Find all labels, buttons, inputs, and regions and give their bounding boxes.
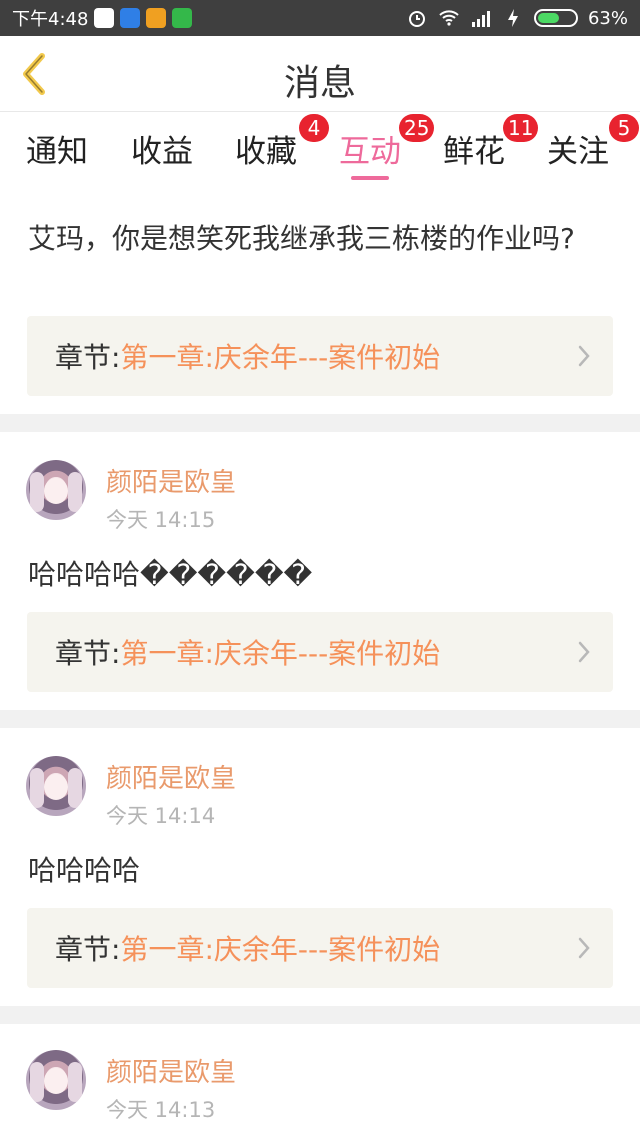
timestamp: 今天 14:13 <box>106 1098 216 1122</box>
status-bar: 下午4:48 63% <box>0 0 640 36</box>
tab-notifications[interactable]: 通知 <box>26 126 88 170</box>
tab-label: 收藏 <box>235 134 297 170</box>
qq-app-icon <box>94 8 115 28</box>
tab-label: 互动 <box>339 134 401 170</box>
shield-app-icon <box>120 8 141 28</box>
unread-badge: 4 <box>299 114 329 142</box>
tab-label: 关注 <box>547 134 609 170</box>
wifi-icon <box>439 10 459 26</box>
unread-badge: 5 <box>609 114 639 142</box>
tab-flowers[interactable]: 鲜花 11 <box>443 114 539 170</box>
message-text: 哈哈哈哈 <box>28 854 141 887</box>
chapter-label: 章节: <box>55 933 121 966</box>
active-tab-indicator <box>351 176 389 180</box>
message-card: 艾玛，你是想笑死我继承我三栋楼的作业吗? 章节: 第一章:庆余年---案件初始 <box>0 182 640 414</box>
tab-label: 通知 <box>26 134 88 170</box>
message-text: 艾玛，你是想笑死我继承我三栋楼的作业吗? <box>28 222 575 255</box>
tab-label: 鲜花 <box>443 134 505 170</box>
page-title: 消息 <box>283 63 356 104</box>
chevron-right-icon <box>578 937 590 959</box>
tab-earnings[interactable]: 收益 <box>131 126 193 170</box>
message-card: 颜陌是欧皇 今天 14:15 哈哈哈哈������ 章节: 第一章:庆余年---… <box>0 432 640 710</box>
chapter-title: 第一章:庆余年---案件初始 <box>120 341 441 374</box>
green-app-icon <box>172 8 193 28</box>
tab-interactions[interactable]: 互动 25 <box>339 114 435 180</box>
charging-icon <box>507 9 518 27</box>
message-card: 颜陌是欧皇 今天 14:13 <box>0 1024 640 1138</box>
status-time: 下午4:48 <box>12 9 89 30</box>
unread-badge: 11 <box>503 114 539 142</box>
header: 消息 <box>0 36 640 112</box>
chevron-right-icon <box>578 641 590 663</box>
username[interactable]: 颜陌是欧皇 <box>106 758 236 795</box>
tab-favorites[interactable]: 收藏 4 <box>235 114 329 170</box>
chapter-label: 章节: <box>55 341 121 374</box>
signal-icon <box>471 11 490 27</box>
avatar[interactable] <box>26 460 86 520</box>
chapter-title: 第一章:庆余年---案件初始 <box>120 933 441 966</box>
timestamp: 今天 14:15 <box>106 508 216 532</box>
avatar[interactable] <box>26 1050 86 1110</box>
timestamp: 今天 14:14 <box>106 804 216 828</box>
username[interactable]: 颜陌是欧皇 <box>106 1052 236 1089</box>
alarm-icon <box>408 11 425 27</box>
chapter-link[interactable]: 章节: 第一章:庆余年---案件初始 <box>27 612 613 692</box>
chevron-right-icon <box>578 345 590 367</box>
tab-bar: 通知 收益 收藏 4 互动 25 鲜花 11 关注 5 <box>0 112 640 182</box>
message-feed[interactable]: 艾玛，你是想笑死我继承我三栋楼的作业吗? 章节: 第一章:庆余年---案件初始 … <box>0 182 640 1138</box>
chapter-title: 第一章:庆余年---案件初始 <box>120 637 441 670</box>
tab-following[interactable]: 关注 5 <box>547 114 639 170</box>
unread-badge: 25 <box>399 114 435 142</box>
message-card: 颜陌是欧皇 今天 14:14 哈哈哈哈 章节: 第一章:庆余年---案件初始 <box>0 728 640 1006</box>
orange-app-icon <box>146 8 167 28</box>
battery-percent: 63% <box>587 7 628 29</box>
username[interactable]: 颜陌是欧皇 <box>106 462 236 499</box>
chapter-link[interactable]: 章节: 第一章:庆余年---案件初始 <box>27 316 613 396</box>
chapter-label: 章节: <box>55 637 121 670</box>
avatar[interactable] <box>26 756 86 816</box>
chapter-link[interactable]: 章节: 第一章:庆余年---案件初始 <box>27 908 613 988</box>
message-text: 哈哈哈哈������ <box>28 558 313 591</box>
battery-icon <box>533 9 578 27</box>
tab-label: 收益 <box>131 134 193 170</box>
